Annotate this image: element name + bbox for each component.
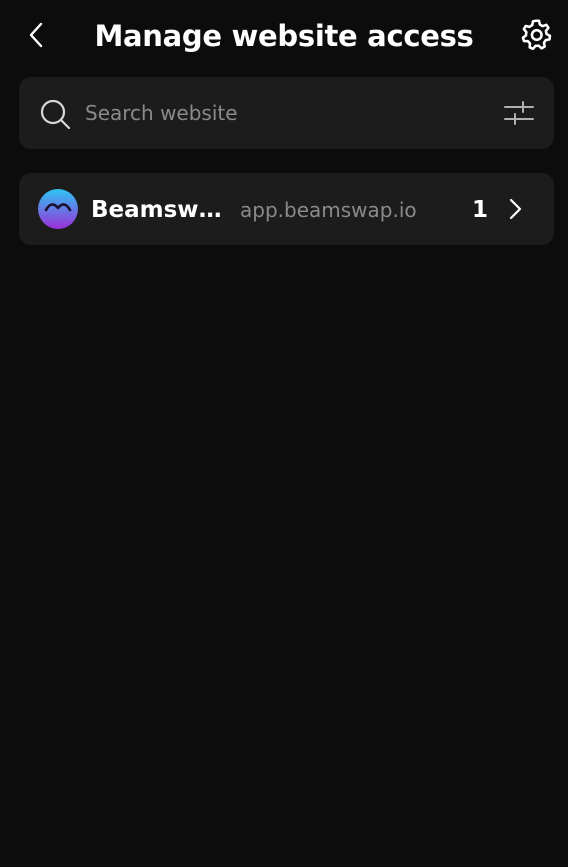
search-input[interactable] [85,95,475,131]
website-name: Beamswa… [91,197,226,223]
settings-button[interactable] [518,17,554,53]
page-title: Manage website access [94,19,474,53]
search-bar [19,77,554,149]
beamswap-logo [38,189,78,229]
sliders-icon[interactable] [504,99,534,127]
manage-website-access-screen: Manage website access Search website Bea… [0,0,568,867]
permission-count: 1 [471,197,488,223]
chevron-right-icon [509,198,522,220]
header: Manage website access [0,0,568,72]
website-url: app.beamswap.io [240,198,417,222]
website-list-item[interactable]: Beamswa… app.beamswap.io 1 [19,173,554,245]
search-icon [40,99,71,130]
gear-icon [521,19,552,51]
